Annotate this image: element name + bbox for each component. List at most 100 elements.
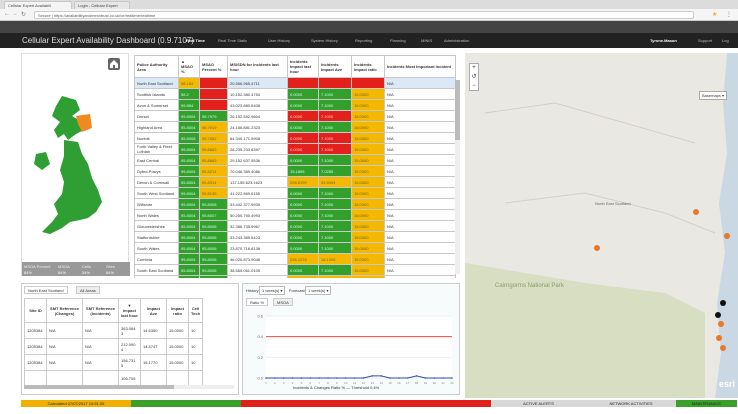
- horizontal-scrollbar[interactable]: [24, 385, 234, 389]
- scrollbar-thumb[interactable]: [455, 80, 460, 140]
- site-marker[interactable]: [693, 209, 699, 215]
- site-marker[interactable]: [718, 321, 724, 327]
- ratio-data-point[interactable]: [327, 377, 329, 379]
- table-row[interactable]: Gloucestershire 95.8004 95.8006 32.386.735.…: [134, 220, 456, 232]
- table-row[interactable]: Forth Valley & Fleet Lothian 95.8004 95.86…: [134, 143, 456, 155]
- tab-north-east-scotland[interactable]: North East Scotland: [24, 286, 68, 294]
- table-row[interactable]: 1205384 N/A N/A 212.090 4 14.4747 15.0000 10: [24, 338, 204, 355]
- table-row[interactable]: South Wales 95.8004 95.8006 23.870.716.8138…: [134, 242, 456, 254]
- table-row[interactable]: 1205384 N/A N/A 156.731 5 15.1770 15.0000 10: [24, 354, 204, 371]
- home-icon[interactable]: [108, 58, 120, 70]
- nav-real-time-static[interactable]: Real Time Static: [218, 38, 247, 43]
- forecast-select[interactable]: 1 week(s) ▾: [305, 286, 332, 295]
- ratio-data-point[interactable]: [415, 375, 418, 377]
- table-row[interactable]: South East Scotland 95.8004 95.8006 38.560.…: [134, 264, 456, 276]
- basemaps-dropdown[interactable]: Basemaps ▾: [699, 91, 728, 100]
- table-row[interactable]: Dyfed-Powys 95.8004 95.8214 70.046.389.4086…: [134, 165, 456, 177]
- status-network-activities[interactable]: NETWORK ACTIVITIES: [586, 400, 676, 407]
- column-header[interactable]: SMT Reference (Changes): [46, 298, 83, 323]
- table-row[interactable]: Norfolk 95.8006 95.7952 64.340.171.5908 0.00…: [134, 132, 456, 144]
- logout-link[interactable]: Log: [722, 38, 729, 43]
- browser-tab[interactable]: Cellular Expert Availabili: [4, 1, 72, 9]
- zoom-in-button[interactable]: +: [470, 64, 478, 73]
- tab-all-areas[interactable]: All Areas: [76, 286, 100, 294]
- ratio-data-point[interactable]: [274, 377, 276, 379]
- table-row[interactable]: Staffordshire 95.8004 95.8006 33.243.385.54…: [134, 231, 456, 243]
- ratio-data-point[interactable]: [309, 377, 312, 379]
- column-header[interactable]: SMT Reference (Incidents): [82, 298, 119, 323]
- table-row[interactable]: Cumbria 95.8004 95.8006 46.020.873.9048 235.…: [134, 253, 456, 265]
- site-marker[interactable]: [724, 233, 730, 239]
- column-header[interactable]: ▼ Impact last hour: [118, 298, 141, 323]
- site-marker[interactable]: [715, 312, 721, 318]
- ratio-data-point[interactable]: [265, 377, 267, 379]
- ratio-data-point[interactable]: [433, 377, 436, 379]
- reload-icon[interactable]: ↻: [21, 11, 26, 18]
- column-header[interactable]: Cell Tech: [187, 298, 204, 323]
- nav-system-history[interactable]: System History: [311, 38, 338, 43]
- tab-msoa[interactable]: MSOA: [273, 298, 293, 306]
- history-select[interactable]: 1 week(s) ▾: [259, 286, 286, 295]
- nav-real-time[interactable]: Real Time: [186, 38, 205, 43]
- tab-ratio[interactable]: Ratio %: [246, 298, 269, 306]
- column-header[interactable]: Impact Ave: [140, 298, 167, 323]
- nav-minis[interactable]: MINIS: [421, 38, 432, 43]
- status-active-alerts[interactable]: ACTIVE ALERTS: [491, 400, 586, 407]
- ratio-data-point[interactable]: [424, 377, 427, 379]
- column-header[interactable]: Incidents Impact last hour: [287, 55, 319, 78]
- column-header[interactable]: MSAO Percent %: [199, 55, 228, 78]
- column-header[interactable]: ▲ MSAO %: [178, 55, 200, 78]
- column-header[interactable]: Incidents Most Important Incident: [384, 55, 456, 78]
- scrollbar-thumb[interactable]: [24, 385, 174, 389]
- user-name[interactable]: Tyrone.Mason: [650, 38, 677, 43]
- site-marker[interactable]: [594, 245, 600, 251]
- map-canvas[interactable]: [465, 53, 738, 398]
- ratio-data-point[interactable]: [442, 377, 444, 379]
- table-row[interactable]: North East Scotland 98.184 20.556.965.4711…: [134, 77, 456, 89]
- star-icon[interactable]: ★: [712, 11, 717, 18]
- ratio-data-point[interactable]: [344, 377, 347, 379]
- table-row[interactable]: Highland Area 95.8004 95.7919 24.156.881.23…: [134, 121, 456, 133]
- ratio-data-point[interactable]: [282, 377, 285, 379]
- ratio-data-point[interactable]: [380, 375, 382, 377]
- ratio-data-point[interactable]: [362, 377, 365, 379]
- table-row[interactable]: North Wales 95.8004 95.8007 50.250.750.4993…: [134, 209, 456, 221]
- nav-administration[interactable]: Administration: [444, 38, 469, 43]
- table-row[interactable]: 1205384 N/A N/A 363.084 3 14.6350 15.0000 10: [24, 322, 204, 339]
- zoom-out-button[interactable]: −: [470, 82, 478, 91]
- ratio-data-point[interactable]: [318, 377, 320, 379]
- column-header[interactable]: MSISDN for Incidents last hour: [227, 55, 288, 78]
- table-row[interactable]: Devon & Cornwall 95.8004 95.8314 137.155.62…: [134, 176, 456, 188]
- ratio-data-point[interactable]: [291, 377, 294, 379]
- back-icon[interactable]: ←: [4, 11, 10, 17]
- ratio-data-point[interactable]: [336, 377, 338, 379]
- column-header[interactable]: Incidents Impact Ave: [318, 55, 352, 78]
- ratio-data-point[interactable]: [371, 375, 374, 377]
- table-row[interactable]: Wiltshire 95.8004 95.8008 33.442.377.9939 0.…: [134, 198, 456, 210]
- menu-icon[interactable]: ⋮: [726, 11, 732, 18]
- status-maintenance[interactable]: MAINTENANCE: [676, 400, 737, 407]
- ratio-data-point[interactable]: [398, 377, 400, 379]
- table-row[interactable]: Dorset 95.8004 95.7979 26.152.592.9604 0.000…: [134, 110, 456, 122]
- ratio-data-point[interactable]: [353, 377, 356, 379]
- table-row[interactable]: Scottish Islands 98.2 10.152.380.4754 0.000…: [134, 88, 456, 100]
- ratio-data-point[interactable]: [389, 377, 391, 379]
- column-header[interactable]: Site ID: [24, 298, 47, 323]
- table-row[interactable]: East Central 95.8004 95.8663 29.152.637.553…: [134, 154, 456, 166]
- site-marker[interactable]: [716, 335, 722, 341]
- table-row[interactable]: Avon & Somerset 95.884 43.023.880.6408 0.00…: [134, 99, 456, 111]
- table-row[interactable]: South West Scotland 95.8004 95.8135 41.222.…: [134, 187, 456, 199]
- rotate-icon[interactable]: ↺: [470, 73, 478, 82]
- nav-user-history[interactable]: User History: [268, 38, 290, 43]
- forward-icon[interactable]: →: [12, 11, 18, 17]
- column-header[interactable]: Impact ratio: [166, 298, 189, 323]
- column-header[interactable]: Police Authority Area: [134, 55, 179, 78]
- ratio-data-point[interactable]: [406, 377, 409, 379]
- url-input[interactable]: Secure | https://availabilityandmeshtrus…: [34, 11, 694, 19]
- nav-planning[interactable]: Planning: [390, 38, 406, 43]
- nav-reporting[interactable]: Reporting: [355, 38, 372, 43]
- support-link[interactable]: Support: [698, 38, 712, 43]
- ratio-data-point[interactable]: [451, 377, 453, 379]
- column-header[interactable]: Incidents Impact ratio: [351, 55, 385, 78]
- uk-map[interactable]: [32, 94, 110, 244]
